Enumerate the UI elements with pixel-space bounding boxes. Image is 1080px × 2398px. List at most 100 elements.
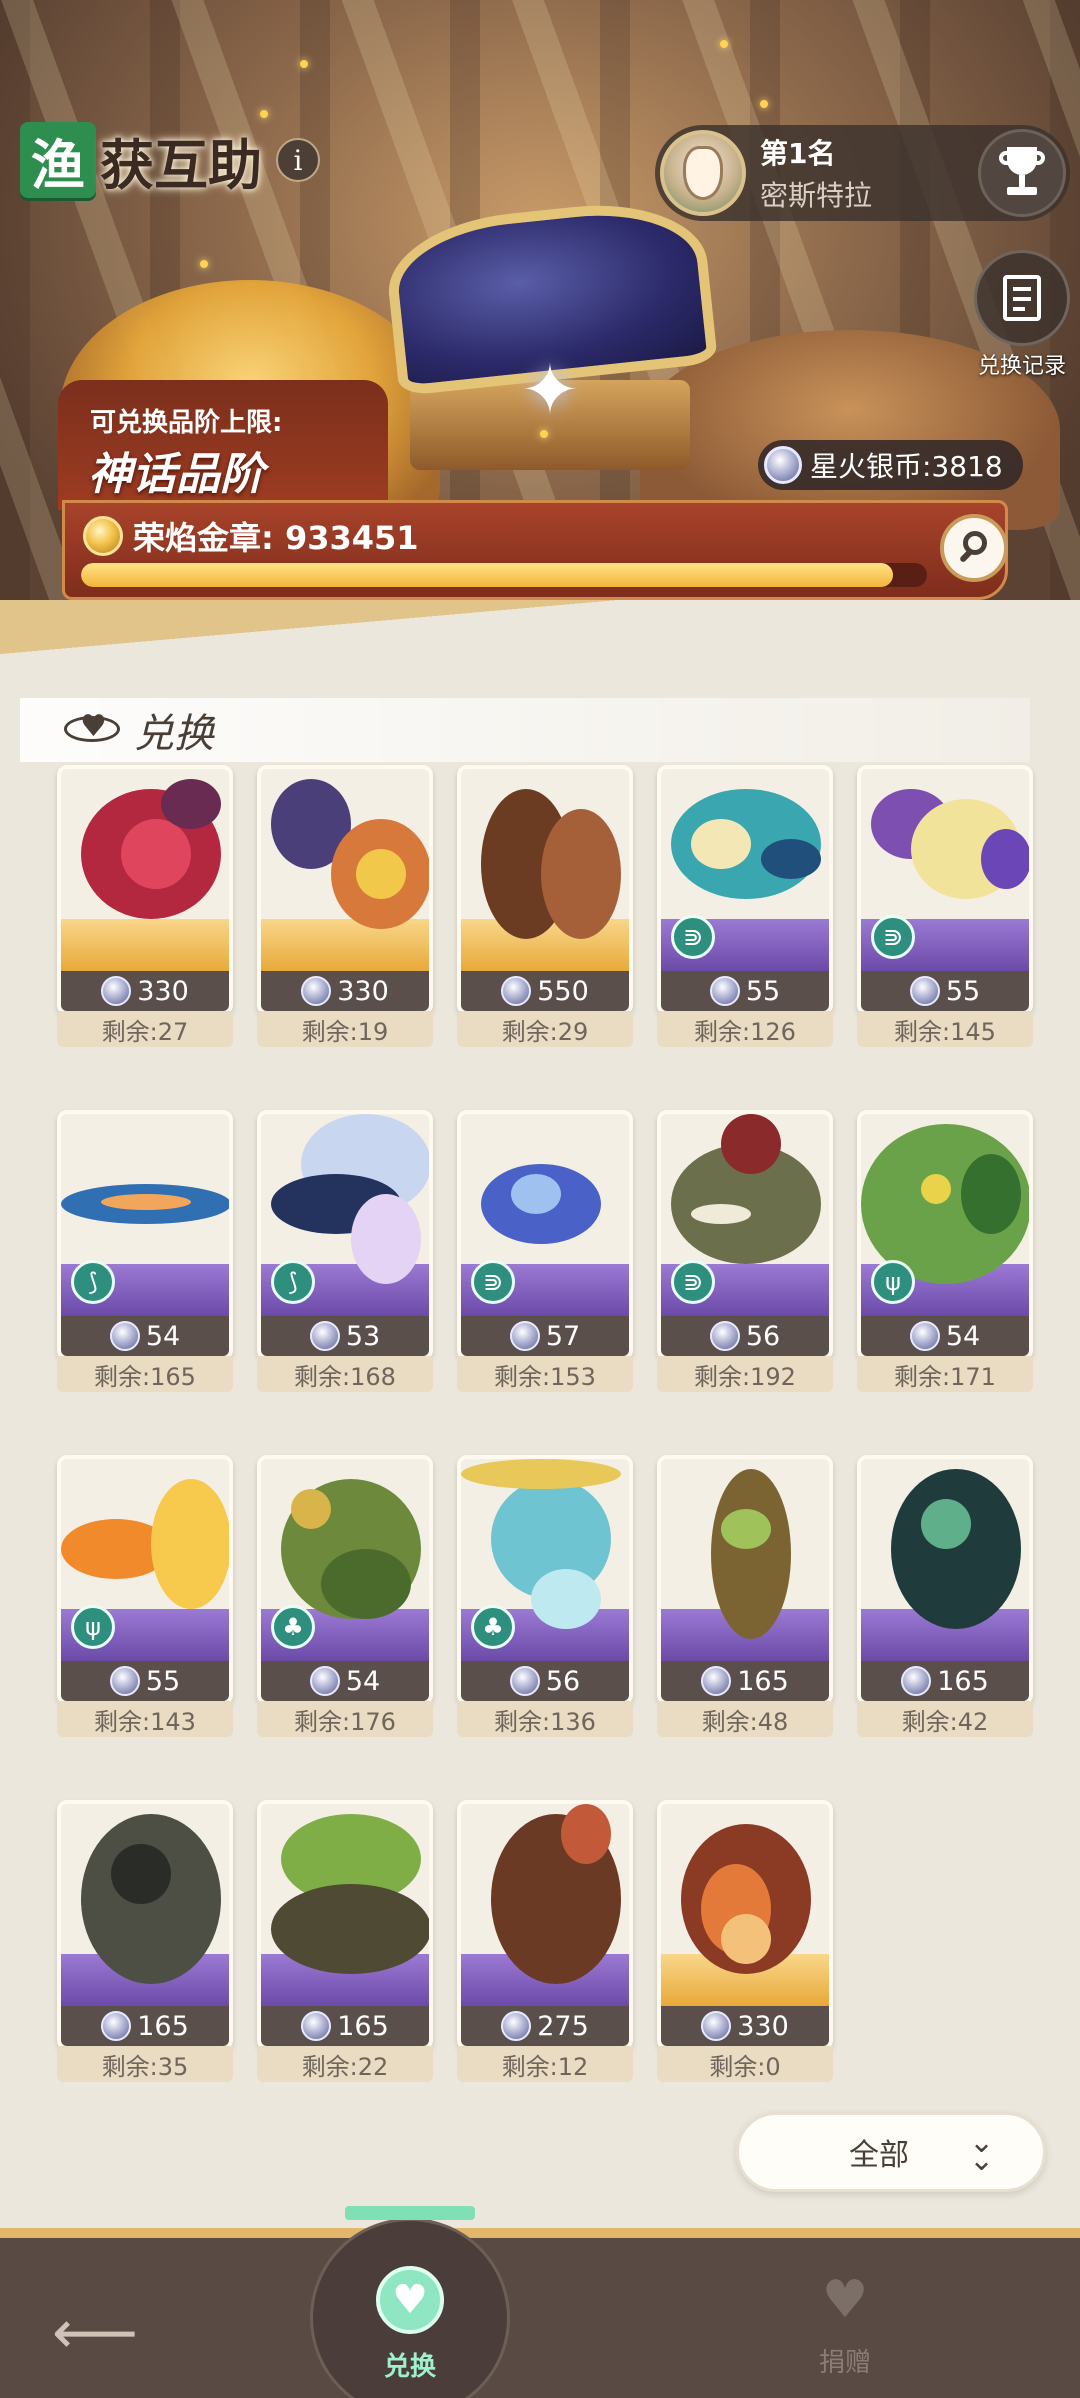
price-value: 53 xyxy=(345,1320,381,1352)
tab-donate[interactable]: ♥ 捐赠 xyxy=(790,2268,900,2379)
art-shape xyxy=(271,1884,429,1974)
item-art-berry xyxy=(61,769,229,949)
art-shape xyxy=(691,819,751,869)
price-value: 165 xyxy=(937,1665,989,1697)
art-shape xyxy=(561,1804,611,1864)
item-price: 165 xyxy=(861,1661,1029,1701)
trophy-button[interactable] xyxy=(978,129,1066,217)
item-remaining: 剩余:19 xyxy=(257,1011,433,1047)
price-value: 165 xyxy=(337,2010,389,2042)
art-shape xyxy=(511,1174,561,1214)
item-card[interactable]: ⟆ 53 剩余:168 xyxy=(257,1110,433,1392)
price-value: 56 xyxy=(545,1665,581,1697)
item-card[interactable]: ⋑ 56 剩余:192 xyxy=(657,1110,833,1392)
item-remaining: 剩余:27 xyxy=(57,1011,233,1047)
price-value: 56 xyxy=(745,1320,781,1352)
art-shape xyxy=(541,809,621,939)
item-price: 275 xyxy=(461,2006,629,2046)
silver-coin-icon xyxy=(109,1666,140,1696)
item-frame: 275 xyxy=(457,1800,633,2050)
item-frame: ♣ 56 xyxy=(457,1455,633,1705)
item-card[interactable]: 165 剩余:22 xyxy=(257,1800,433,2082)
silver-coin-text: 星火银币:3818 xyxy=(810,450,1003,483)
item-frame: ψ 54 xyxy=(857,1110,1033,1360)
coral-type-icon: ψ xyxy=(71,1605,115,1649)
item-card[interactable]: ψ 55 剩余:143 xyxy=(57,1455,233,1737)
search-button[interactable] xyxy=(940,514,1008,582)
item-card[interactable]: 165 剩余:48 xyxy=(657,1455,833,1737)
item-frame: ⋑ 55 xyxy=(857,765,1033,1015)
item-frame: 165 xyxy=(57,1800,233,2050)
exchange-record-button[interactable]: 兑换记录 xyxy=(970,250,1074,380)
fish-type-icon: ⋑ xyxy=(471,1260,515,1304)
item-card[interactable]: ⋑ 55 剩余:126 xyxy=(657,765,833,1047)
item-frame: ♣ 54 xyxy=(257,1455,433,1705)
rank-name: 密斯特拉 xyxy=(760,179,873,212)
art-shape xyxy=(351,1194,421,1284)
silver-coin-balance: 星火银币:3818 xyxy=(758,440,1023,490)
item-card[interactable]: 165 剩余:42 xyxy=(857,1455,1033,1737)
item-remaining: 剩余:192 xyxy=(657,1356,833,1392)
item-frame: 330 xyxy=(57,765,233,1015)
silver-coin-icon xyxy=(309,1666,340,1696)
item-art-wood xyxy=(461,769,629,949)
sparkle xyxy=(300,60,308,68)
item-card[interactable]: 550 剩余:29 xyxy=(457,765,633,1047)
bottom-nav: ⟵ ♥ 兑换 ♥ 捐赠 xyxy=(0,2206,1080,2398)
filter-label: 全部 xyxy=(849,2138,909,2173)
tab-exchange[interactable]: ♥ 兑换 xyxy=(290,2198,530,2398)
item-remaining: 剩余:176 xyxy=(257,1701,433,1737)
item-frame: 165 xyxy=(857,1455,1033,1705)
item-art-log xyxy=(461,1804,629,1984)
art-shape xyxy=(161,779,221,829)
item-art-crystal xyxy=(661,1804,829,1984)
sparkle xyxy=(720,40,728,48)
item-card[interactable]: 165 剩余:35 xyxy=(57,1800,233,2082)
item-card[interactable]: ♣ 54 剩余:176 xyxy=(257,1455,433,1737)
item-card[interactable]: 275 剩余:12 xyxy=(457,1800,633,2082)
item-card[interactable]: ⋑ 55 剩余:145 xyxy=(857,765,1033,1047)
rank-panel[interactable]: 第1名 密斯特拉 xyxy=(655,125,1070,221)
item-remaining: 剩余:42 xyxy=(857,1701,1033,1737)
silver-coin-icon xyxy=(309,1321,340,1351)
price-value: 54 xyxy=(345,1665,381,1697)
tier-caption: 可兑换品阶上限: xyxy=(90,408,283,438)
item-card[interactable]: ⟆ 54 剩余:165 xyxy=(57,1110,233,1392)
price-value: 57 xyxy=(545,1320,581,1352)
item-card[interactable]: 330 剩余:27 xyxy=(57,765,233,1047)
double-chevron-down-icon: ⌄ ⌄ xyxy=(969,2125,995,2178)
heart-ring-icon: ♥ xyxy=(64,706,120,754)
art-shape xyxy=(721,1509,771,1549)
item-card[interactable]: ♣ 56 剩余:136 xyxy=(457,1455,633,1737)
item-card[interactable]: ψ 54 剩余:171 xyxy=(857,1110,1033,1392)
item-price: 165 xyxy=(661,1661,829,1701)
item-card[interactable]: 330 剩余:19 xyxy=(257,765,433,1047)
price-value: 55 xyxy=(145,1665,181,1697)
silver-coin-icon xyxy=(501,976,532,1006)
item-price: 330 xyxy=(661,2006,829,2046)
filter-dropdown[interactable]: 全部 ⌄ ⌄ xyxy=(736,2112,1046,2192)
record-icon xyxy=(1003,275,1041,321)
item-price: 54 xyxy=(61,1316,229,1356)
active-tab-indicator xyxy=(345,2206,475,2220)
silver-coin-icon xyxy=(509,1666,540,1696)
back-arrow-icon[interactable]: ⟵ xyxy=(52,2298,138,2368)
art-shape xyxy=(921,1174,951,1204)
treasure-chest: ✦ xyxy=(380,193,720,470)
price-value: 550 xyxy=(537,975,589,1007)
tab-exchange-label: 兑换 xyxy=(383,2352,436,2382)
item-card[interactable]: 330 剩余:0 xyxy=(657,1800,833,2082)
item-card[interactable]: ⋑ 57 剩余:153 xyxy=(457,1110,633,1392)
item-remaining: 剩余:153 xyxy=(457,1356,633,1392)
section-title: 兑换 xyxy=(134,711,214,757)
price-value: 54 xyxy=(145,1320,181,1352)
art-shape xyxy=(761,839,821,879)
title-text: 获互助 xyxy=(100,133,262,197)
item-remaining: 剩余:48 xyxy=(657,1701,833,1737)
info-icon[interactable]: i xyxy=(276,138,320,182)
item-price: 165 xyxy=(61,2006,229,2046)
item-remaining: 剩余:143 xyxy=(57,1701,233,1737)
item-remaining: 剩余:0 xyxy=(657,2046,833,2082)
item-remaining: 剩余:171 xyxy=(857,1356,1033,1392)
item-frame: 330 xyxy=(657,1800,833,2050)
